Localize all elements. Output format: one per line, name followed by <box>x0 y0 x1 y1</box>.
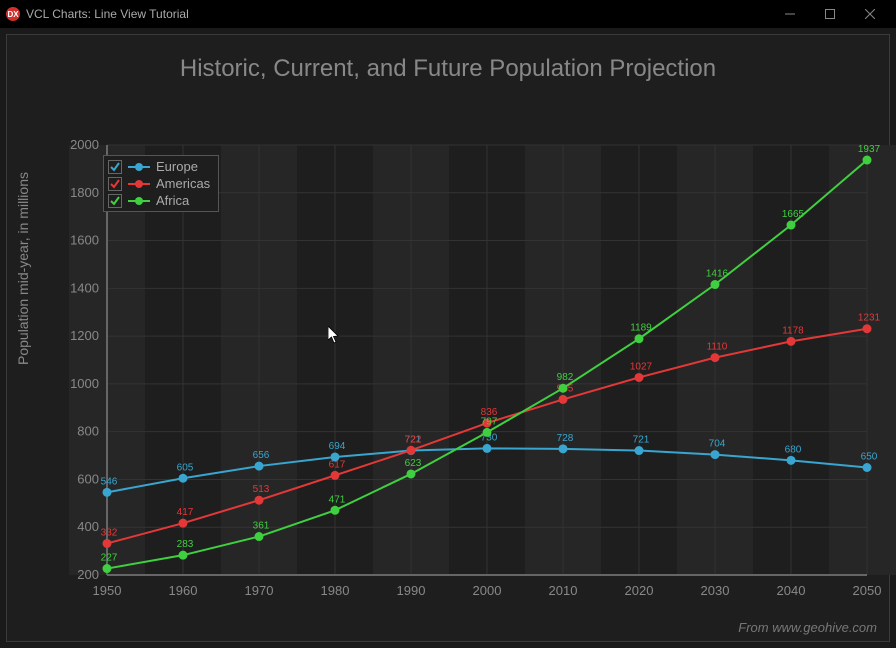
svg-text:1950: 1950 <box>93 583 122 598</box>
legend-checkbox-africa[interactable] <box>108 194 122 208</box>
legend-item-americas[interactable]: Americas <box>106 175 216 192</box>
svg-text:546: 546 <box>101 476 118 487</box>
svg-text:1400: 1400 <box>70 280 99 295</box>
svg-text:1416: 1416 <box>706 269 729 280</box>
svg-text:722: 722 <box>405 434 422 445</box>
legend-item-africa[interactable]: Africa <box>106 192 216 209</box>
y-axis-label: Population mid-year, in millions <box>15 172 31 365</box>
svg-text:650: 650 <box>861 452 878 463</box>
window-title: VCL Charts: Line View Tutorial <box>26 7 189 21</box>
legend-marker-africa <box>128 195 150 207</box>
chart-credit: From www.geohive.com <box>738 620 877 635</box>
app-icon: DX <box>6 7 20 21</box>
svg-text:1189: 1189 <box>630 323 652 334</box>
chart-title: Historic, Current, and Future Population… <box>7 35 889 83</box>
legend-marker-europe <box>128 161 150 173</box>
svg-text:1000: 1000 <box>70 376 99 391</box>
svg-text:680: 680 <box>785 444 802 455</box>
svg-text:471: 471 <box>329 494 346 505</box>
svg-text:1231: 1231 <box>858 313 881 324</box>
legend-marker-americas <box>128 178 150 190</box>
svg-text:227: 227 <box>101 553 118 564</box>
svg-text:2050: 2050 <box>853 583 882 598</box>
chart-legend: Europe Americas Africa <box>103 155 219 212</box>
legend-label: Europe <box>156 159 198 174</box>
svg-text:1665: 1665 <box>782 209 805 220</box>
legend-checkbox-europe[interactable] <box>108 160 122 174</box>
legend-label: Americas <box>156 176 210 191</box>
svg-text:982: 982 <box>557 372 574 383</box>
svg-text:1990: 1990 <box>397 583 426 598</box>
svg-text:283: 283 <box>177 539 194 550</box>
svg-text:797: 797 <box>481 416 498 427</box>
svg-text:1937: 1937 <box>858 144 881 155</box>
svg-text:2010: 2010 <box>549 583 578 598</box>
svg-text:605: 605 <box>177 462 194 473</box>
svg-text:417: 417 <box>177 507 194 518</box>
svg-text:2030: 2030 <box>701 583 730 598</box>
svg-text:2040: 2040 <box>777 583 806 598</box>
svg-text:1178: 1178 <box>782 325 804 336</box>
svg-text:1200: 1200 <box>70 328 99 343</box>
legend-label: Africa <box>156 193 189 208</box>
svg-text:704: 704 <box>709 439 726 450</box>
legend-checkbox-americas[interactable] <box>108 177 122 191</box>
svg-text:2020: 2020 <box>625 583 654 598</box>
svg-text:694: 694 <box>329 441 346 452</box>
svg-text:1980: 1980 <box>321 583 350 598</box>
svg-text:2000: 2000 <box>473 583 502 598</box>
svg-text:600: 600 <box>77 471 99 486</box>
svg-text:332: 332 <box>101 527 118 538</box>
legend-item-europe[interactable]: Europe <box>106 158 216 175</box>
svg-text:1800: 1800 <box>70 185 99 200</box>
svg-text:1110: 1110 <box>707 342 728 353</box>
svg-text:513: 513 <box>253 484 270 495</box>
svg-text:200: 200 <box>77 567 99 582</box>
svg-text:2000: 2000 <box>70 137 99 152</box>
svg-text:1970: 1970 <box>245 583 274 598</box>
svg-text:656: 656 <box>253 450 270 461</box>
close-button[interactable] <box>850 0 890 28</box>
svg-text:721: 721 <box>633 435 650 446</box>
svg-text:623: 623 <box>405 458 422 469</box>
svg-text:617: 617 <box>329 459 346 470</box>
window-titlebar: DX VCL Charts: Line View Tutorial <box>0 0 896 28</box>
svg-text:728: 728 <box>557 433 574 444</box>
svg-text:1960: 1960 <box>169 583 198 598</box>
minimize-button[interactable] <box>770 0 810 28</box>
svg-text:1600: 1600 <box>70 233 99 248</box>
chart-container: Historic, Current, and Future Population… <box>6 34 890 642</box>
svg-text:1027: 1027 <box>630 361 653 372</box>
svg-text:800: 800 <box>77 424 99 439</box>
svg-text:400: 400 <box>77 519 99 534</box>
svg-text:361: 361 <box>253 521 270 532</box>
maximize-button[interactable] <box>810 0 850 28</box>
